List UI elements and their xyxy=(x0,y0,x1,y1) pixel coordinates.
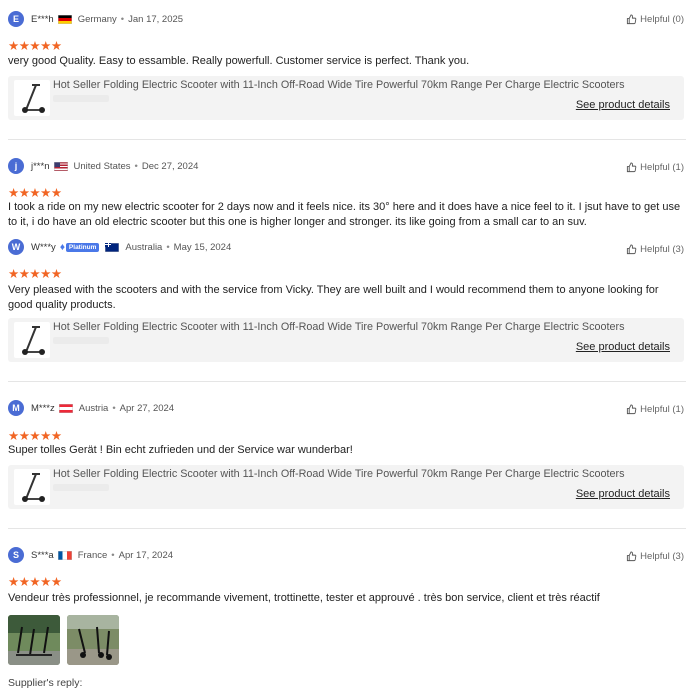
review-card: j j***n United States • Dec 27, 2024 Hel… xyxy=(8,150,686,230)
product-card[interactable]: Hot Seller Folding Electric Scooter with… xyxy=(8,318,684,362)
helpful-button[interactable]: Helpful (1) xyxy=(626,157,684,177)
review-date: Apr 17, 2024 xyxy=(118,549,174,561)
product-card[interactable]: Hot Seller Folding Electric Scooter with… xyxy=(8,465,684,509)
platinum-badge: ♦ Platinum xyxy=(60,242,100,253)
review-card: W W***y ♦ Platinum Australia • May 15, 2… xyxy=(8,236,686,366)
supplier-reply-label: Supplier's reply: xyxy=(8,677,83,689)
separator-dot: • xyxy=(166,241,170,253)
reviewer-name: S***a xyxy=(31,549,54,561)
reviewer-name: j***n xyxy=(31,160,50,172)
austria-flag-icon xyxy=(58,403,73,413)
review-date: Dec 27, 2024 xyxy=(141,160,199,172)
thumbs-up-icon xyxy=(627,13,637,24)
review-text: I took a ride on my new electric scooter… xyxy=(8,201,681,228)
product-subtitle xyxy=(53,484,109,491)
helpful-count: Helpful (1) xyxy=(640,403,684,415)
avatar: M xyxy=(8,400,24,416)
thumbs-up-icon xyxy=(627,161,637,172)
review-date: Jan 17, 2025 xyxy=(128,13,184,25)
reviewer-country: France xyxy=(77,549,108,561)
product-subtitle xyxy=(53,337,109,344)
review-text: very good Quality. Easy to essamble. Rea… xyxy=(8,55,470,67)
review-text: Super tolles Gerät ! Bin echt zufrieden … xyxy=(8,444,353,456)
usa-flag-icon xyxy=(53,161,68,171)
see-product-details-link[interactable]: See product details xyxy=(576,488,670,500)
scooter-thumbnail xyxy=(14,322,50,358)
review-photo[interactable] xyxy=(67,615,119,665)
reviewer-country: Australia xyxy=(125,241,163,253)
product-subtitle xyxy=(53,95,109,102)
germany-flag-icon xyxy=(57,14,72,24)
review-text: Very pleased with the scooters and with … xyxy=(8,284,659,311)
scooter-thumbnail xyxy=(14,469,50,505)
avatar: W xyxy=(8,239,24,255)
see-product-details-link[interactable]: See product details xyxy=(576,99,670,111)
divider xyxy=(8,528,686,529)
star-rating: ★★★★★ xyxy=(8,267,62,281)
helpful-count: Helpful (3) xyxy=(640,243,684,255)
thumbs-up-icon xyxy=(627,550,637,561)
divider xyxy=(8,381,686,382)
product-title: Hot Seller Folding Electric Scooter with… xyxy=(53,468,625,480)
reviewer-country: Austria xyxy=(78,402,109,414)
separator-dot: • xyxy=(120,13,125,25)
star-rating: ★★★★★ xyxy=(8,39,62,53)
scooter-thumbnail xyxy=(14,80,50,116)
australia-flag-icon xyxy=(105,242,120,252)
review-photo[interactable] xyxy=(8,615,60,665)
platinum-label: Platinum xyxy=(65,242,100,252)
reviewer-name: E***h xyxy=(31,13,54,25)
divider xyxy=(8,139,686,140)
thumbs-up-icon xyxy=(627,243,637,254)
reviewer-country: United States xyxy=(73,160,131,172)
review-meta: S S***a France • Apr 17, 2024 xyxy=(8,545,173,565)
helpful-count: Helpful (3) xyxy=(640,550,684,562)
review-meta: j j***n United States • Dec 27, 2024 xyxy=(8,156,198,176)
separator-dot: • xyxy=(134,160,138,172)
review-card: M M***z Austria • Apr 27, 2024 Helpful (… xyxy=(8,392,686,512)
review-meta: M M***z Austria • Apr 27, 2024 xyxy=(8,398,174,418)
review-text: Vendeur très professionnel, je recommand… xyxy=(8,592,600,604)
star-rating: ★★★★★ xyxy=(8,186,62,200)
avatar: S xyxy=(8,547,24,563)
review-meta: E E***h Germany • Jan 17, 2025 xyxy=(8,9,183,29)
reviewer-name: W***y xyxy=(31,241,56,253)
helpful-count: Helpful (1) xyxy=(640,161,684,173)
diamond-icon: ♦ xyxy=(59,241,65,253)
avatar: E xyxy=(8,11,24,27)
review-date: May 15, 2024 xyxy=(173,241,232,253)
separator-dot: • xyxy=(111,549,115,561)
product-card[interactable]: Hot Seller Folding Electric Scooter with… xyxy=(8,76,684,120)
star-rating: ★★★★★ xyxy=(8,429,62,443)
avatar: j xyxy=(8,158,24,174)
review-card: E E***h Germany • Jan 17, 2025 Helpful (… xyxy=(8,0,686,130)
france-flag-icon xyxy=(57,550,72,560)
see-product-details-link[interactable]: See product details xyxy=(576,341,670,353)
review-meta: W W***y ♦ Platinum Australia • May 15, 2… xyxy=(8,237,231,257)
helpful-button[interactable]: Helpful (0) xyxy=(626,9,684,29)
reviewer-name: M***z xyxy=(31,402,55,414)
product-title: Hot Seller Folding Electric Scooter with… xyxy=(53,79,625,91)
thumbs-up-icon xyxy=(627,403,637,414)
star-rating: ★★★★★ xyxy=(8,575,62,589)
helpful-button[interactable]: Helpful (3) xyxy=(626,239,684,259)
helpful-button[interactable]: Helpful (1) xyxy=(626,399,684,419)
reviewer-country: Germany xyxy=(77,13,117,25)
separator-dot: • xyxy=(112,402,116,414)
review-date: Apr 27, 2024 xyxy=(119,402,175,414)
helpful-button[interactable]: Helpful (3) xyxy=(626,546,684,566)
helpful-count: Helpful (0) xyxy=(640,13,684,25)
product-title: Hot Seller Folding Electric Scooter with… xyxy=(53,321,625,333)
